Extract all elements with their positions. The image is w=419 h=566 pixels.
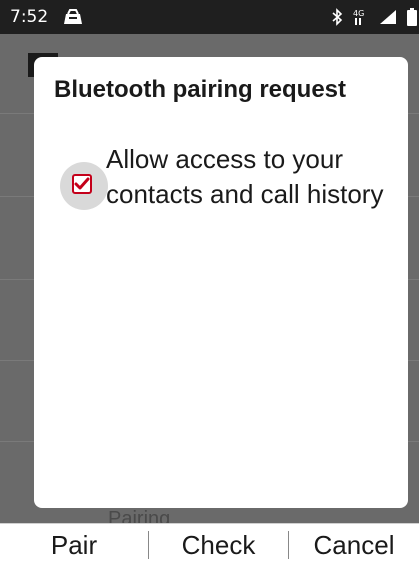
dialog-title: Bluetooth pairing request <box>54 76 347 103</box>
pair-softkey[interactable]: Pair <box>0 530 148 561</box>
notification-icon <box>64 9 82 24</box>
check-softkey[interactable]: Check <box>149 530 288 561</box>
status-icons: 4G <box>331 6 419 28</box>
pairing-dialog: Bluetooth pairing request Allow access t… <box>34 57 408 508</box>
signal-icon <box>380 10 396 24</box>
checkmark-icon <box>74 177 90 190</box>
checkbox-label: Allow access to your contacts and call h… <box>106 144 384 209</box>
bluetooth-icon <box>332 8 343 26</box>
network-label: 4G <box>353 9 364 18</box>
status-bar: 7:52 4G <box>0 0 419 34</box>
cancel-softkey[interactable]: Cancel <box>289 530 419 561</box>
status-time: 7:52 <box>10 7 49 27</box>
softkey-bar: Pair Check Cancel <box>0 523 419 566</box>
battery-icon <box>407 8 417 26</box>
network-4g-icon: 4G <box>353 9 364 25</box>
checkbox-focus-halo[interactable] <box>60 162 108 210</box>
access-checkbox[interactable] <box>72 174 92 194</box>
